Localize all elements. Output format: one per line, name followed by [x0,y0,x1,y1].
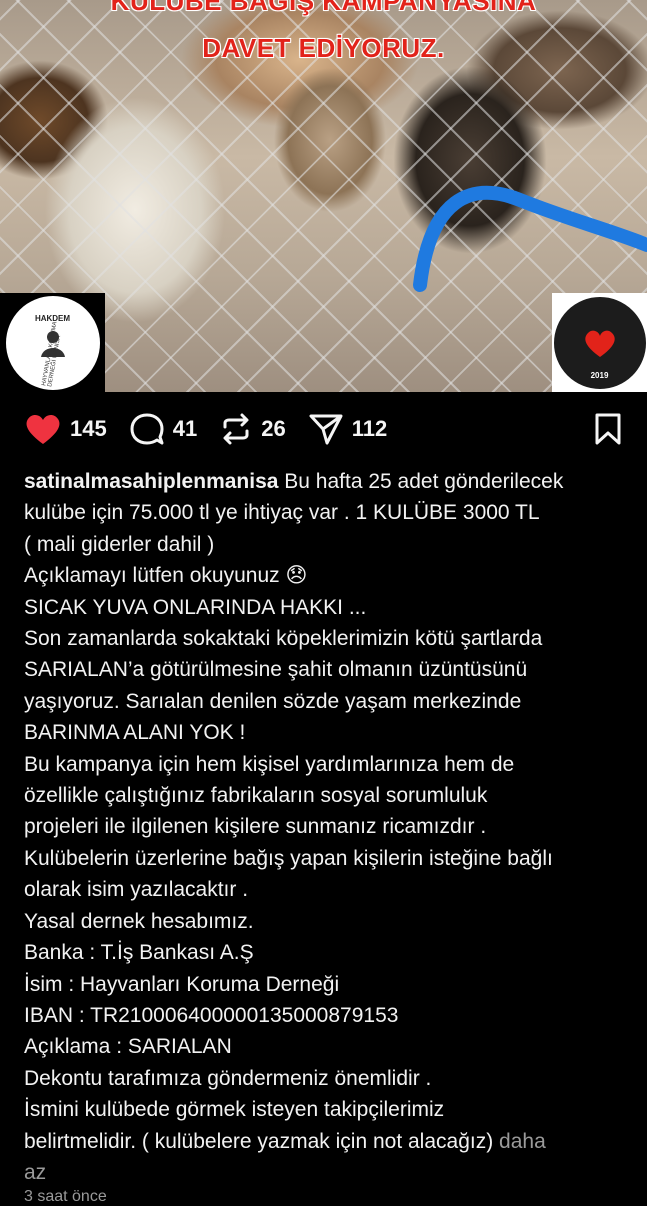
username-link[interactable]: satinalmasahiplenmanisa [24,470,278,493]
caption-line: Yasal dernek hesabımız. [24,909,254,933]
caption-more-line: az [24,1157,629,1188]
satin-alma-logo: 2019 [552,293,647,392]
post-timestamp: 3 saat önce [24,1188,107,1205]
post-image[interactable]: KULÜBE BAĞIŞ KAMPANYASINA DAVET EDİYORUZ… [0,0,647,392]
comment-icon [130,413,164,445]
satin-alma-logo-year: 2019 [590,370,609,380]
caption-line: SICAK YUVA ONLARINDA HAKKI ... [24,595,367,619]
caption-line: olarak isim yazılacaktır . [24,878,249,902]
caption-last-line: belirtmelidir. ( kulübelere yazmak için … [24,1126,629,1157]
caption-line: projeleri ile ilgilenen kişilere sunmanı… [24,815,487,839]
image-caption-line1: KULÜBE BAĞIŞ KAMPANYASINA [110,0,537,16]
caption-lines: kulübe için 75.000 tl ye ihtiyaç var . 1… [24,497,629,1125]
caption-first-line-text: Bu hafta 25 adet gönderilecek [278,470,564,493]
hakdem-logo: HAKDEM HAYVANLARI KORUMA DERNEĞİ MANİSA [0,293,105,392]
image-caption-line2: DAVET EDİYORUZ. [202,33,445,63]
caption-line: BARINMA ALANI YOK ! [24,721,246,745]
post-caption: satinalmasahiplenmanisa Bu hafta 25 adet… [24,466,629,1188]
caption-line: Bu kampanya için hem kişisel yardımların… [24,752,515,776]
caption-line: Banka : T.İş Bankası A.Ş [24,941,254,965]
caption-line: SARIALAN’a götürülmesine şahit olmanın ü… [24,658,528,682]
bookmark-icon [595,413,621,445]
share-button[interactable]: 112 [308,412,388,446]
like-count: 145 [70,416,107,441]
bookmark-button[interactable] [593,412,623,446]
caption-first-line: satinalmasahiplenmanisa Bu hafta 25 adet… [24,466,629,497]
like-button[interactable]: 145 [24,412,107,446]
action-bar: 145 41 26 112 [24,408,623,450]
comment-button[interactable]: 41 [129,411,197,447]
share-count: 112 [351,416,388,441]
show-less-link[interactable]: daha [499,1130,546,1153]
caption-line: İsim : Hayvanları Koruma Derneği [24,972,340,996]
caption-last-line-text: belirtmelidir. ( kulübelere yazmak için … [24,1129,494,1153]
show-less-link-cont[interactable]: az [24,1161,46,1184]
caption-line: IBAN : TR210006400000135000879153 [24,1003,399,1027]
comment-count: 41 [172,416,198,441]
caption-line: ( mali giderler dahil ) [24,532,215,556]
caption-line: İsmini kulübede görmek isteyen takipçile… [24,1098,445,1122]
caption-line: Açıklamayı lütfen okuyunuz 😞 [24,564,308,588]
heart-icon [26,414,60,444]
caption-line: özellikle çalıştığınız fabrikaların sosy… [24,784,488,808]
caption-line: kulübe için 75.000 tl ye ihtiyaç var . 1… [24,501,540,525]
share-icon [309,414,343,445]
repost-count: 26 [261,416,286,441]
caption-line: Açıklama : SARIALAN [24,1035,232,1059]
caption-line: Kulübelerin üzerlerine bağış yapan kişil… [24,846,553,870]
caption-line: Dekontu tarafımıza göndermeniz önemlidir… [24,1066,432,1090]
repost-button[interactable]: 26 [219,412,286,446]
caption-line: Son zamanlarda sokaktaki köpeklerimizin … [24,627,543,651]
caption-line: yaşıyoruz. Sarıalan denilen sözde yaşam … [24,689,522,713]
repost-icon [223,413,249,445]
heart-hands-icon [584,330,615,357]
